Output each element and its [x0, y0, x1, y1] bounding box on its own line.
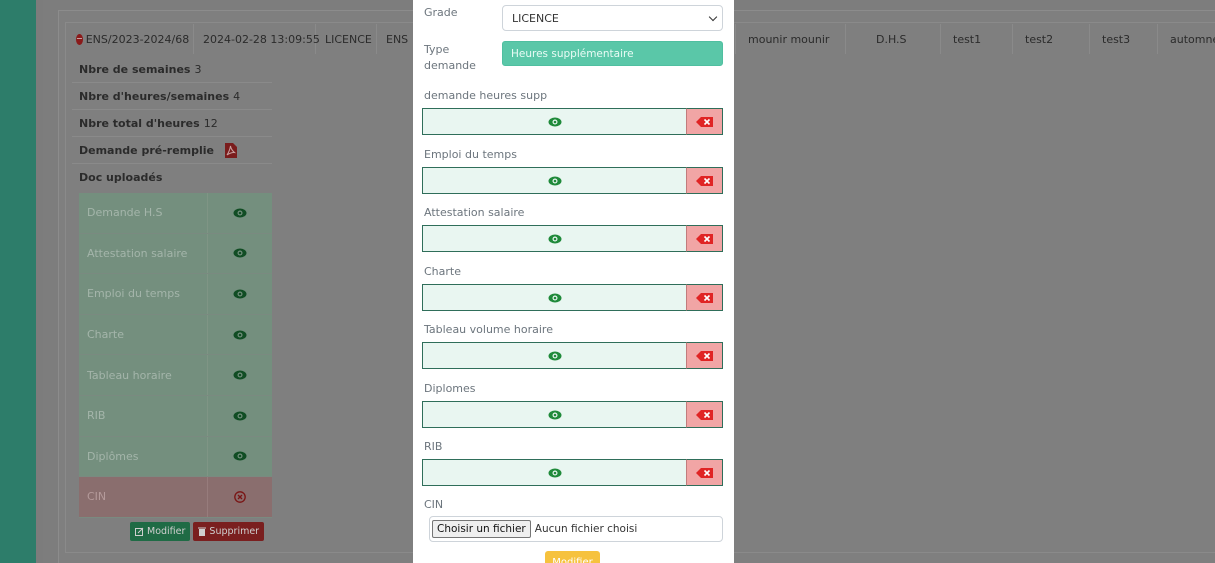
eye-icon [548, 410, 561, 419]
delete-file-button[interactable] [686, 225, 723, 252]
season-cell: automne [1157, 24, 1215, 54]
chevron-down-icon [708, 12, 718, 22]
test3-cell: test3 [1089, 24, 1157, 54]
doc-row: Diplômes [79, 436, 272, 478]
delete-icon [696, 409, 713, 420]
view-file-button[interactable] [422, 225, 686, 252]
file-label: Charte [424, 265, 461, 278]
file-label: Tableau volume horaire [424, 323, 553, 336]
eye-icon [548, 176, 561, 185]
modify-button-background[interactable]: Modifier [130, 522, 191, 541]
grade-cell: LICENCE [316, 24, 377, 54]
view-file-button[interactable] [422, 284, 686, 311]
hours-per-week-line: Nbre d'heures/semaines 4 [72, 83, 272, 110]
uploaded-docs-table: Demande H.S Attestation salaire Emploi d… [79, 193, 272, 518]
grade-label: Grade [424, 6, 458, 19]
file-label: Attestation salaire [424, 206, 525, 219]
eye-icon[interactable] [233, 289, 247, 299]
delete-icon [696, 116, 713, 127]
delete-file-button[interactable] [686, 342, 723, 369]
pdf-icon[interactable] [224, 142, 238, 158]
file-row [422, 401, 723, 428]
eye-icon[interactable] [233, 370, 247, 380]
test1-cell: test1 [940, 24, 1012, 54]
delete-icon [696, 467, 713, 478]
file-row [422, 342, 723, 369]
doc-row: Demande H.S [79, 193, 272, 234]
delete-icon [696, 233, 713, 244]
doc-row: Charte [79, 314, 272, 356]
reference-cell: − ENS/2023-2024/68 [70, 24, 194, 54]
delete-icon [696, 175, 713, 186]
app-sidebar [0, 0, 36, 563]
collapse-icon[interactable]: − [76, 33, 83, 45]
file-row [422, 225, 723, 252]
type-field: Heures supplémentaire [502, 41, 723, 66]
uploaded-docs-line: Doc uploadés [79, 171, 163, 184]
file-row [422, 459, 723, 486]
name-cell: mounir mounir [735, 24, 845, 54]
delete-file-button[interactable] [686, 284, 723, 311]
submit-modify-button[interactable]: Modifier [545, 551, 600, 563]
cin-file-input[interactable]: Choisir un fichier Aucun fichier choisi [429, 516, 723, 542]
trash-icon [198, 527, 207, 536]
file-row [422, 108, 723, 135]
choose-file-button[interactable]: Choisir un fichier [432, 520, 531, 538]
eye-icon[interactable] [233, 330, 247, 340]
eye-icon[interactable] [233, 451, 247, 461]
delete-icon [696, 350, 713, 361]
view-file-button[interactable] [422, 342, 686, 369]
doc-row: Tableau horaire [79, 355, 272, 396]
delete-file-button[interactable] [686, 167, 723, 194]
delete-file-button[interactable] [686, 108, 723, 135]
cin-label: CIN [424, 498, 444, 511]
view-file-button[interactable] [422, 167, 686, 194]
edit-icon [135, 527, 144, 536]
view-file-button[interactable] [422, 108, 686, 135]
file-label: Diplomes [424, 382, 476, 395]
eye-icon[interactable] [233, 248, 247, 258]
edit-request-modal: Grade LICENCE Type demande Heures supplé… [413, 0, 734, 563]
row-actions: Modifier Supprimer [130, 522, 265, 541]
eye-icon[interactable] [233, 208, 247, 218]
date-cell: 2024-02-28 13:09:55 [194, 24, 320, 54]
view-file-button[interactable] [422, 401, 686, 428]
file-label: Emploi du temps [424, 148, 517, 161]
delete-icon [696, 292, 713, 303]
delete-file-button[interactable] [686, 459, 723, 486]
test2-cell: test2 [1012, 24, 1089, 54]
delete-file-button[interactable] [686, 401, 723, 428]
total-hours-line: Nbre total d'heures 12 [72, 110, 272, 137]
eye-icon [548, 293, 561, 302]
doc-row: Attestation salaire [79, 233, 272, 275]
eye-icon [548, 234, 561, 243]
request-details: Nbre de semaines 3 Nbre d'heures/semaine… [72, 56, 272, 191]
doc-row-missing: CIN [79, 477, 272, 518]
type-cell: ENS [386, 32, 409, 46]
no-file-text: Aucun fichier choisi [534, 523, 638, 535]
eye-icon[interactable] [233, 411, 247, 421]
weeks-line: Nbre de semaines 3 [72, 56, 272, 83]
x-circle-icon [234, 491, 246, 503]
eye-icon [548, 468, 561, 477]
category-cell: D.H.S [845, 24, 940, 54]
eye-icon [548, 351, 561, 360]
file-label: demande heures supp [424, 89, 548, 102]
file-row [422, 167, 723, 194]
table-row-right: mounir mounir D.H.S test1 test2 test3 au… [735, 24, 1215, 54]
doc-row: RIB [79, 395, 272, 437]
file-row [422, 284, 723, 311]
view-file-button[interactable] [422, 459, 686, 486]
doc-row: Emploi du temps [79, 274, 272, 315]
grade-select[interactable]: LICENCE [502, 5, 723, 31]
delete-button-background[interactable]: Supprimer [193, 522, 265, 541]
type-label: Type demande [424, 43, 476, 72]
eye-icon [548, 117, 561, 126]
file-label: RIB [424, 440, 443, 453]
prefilled-request-line: Demande pré-remplie [72, 137, 272, 164]
